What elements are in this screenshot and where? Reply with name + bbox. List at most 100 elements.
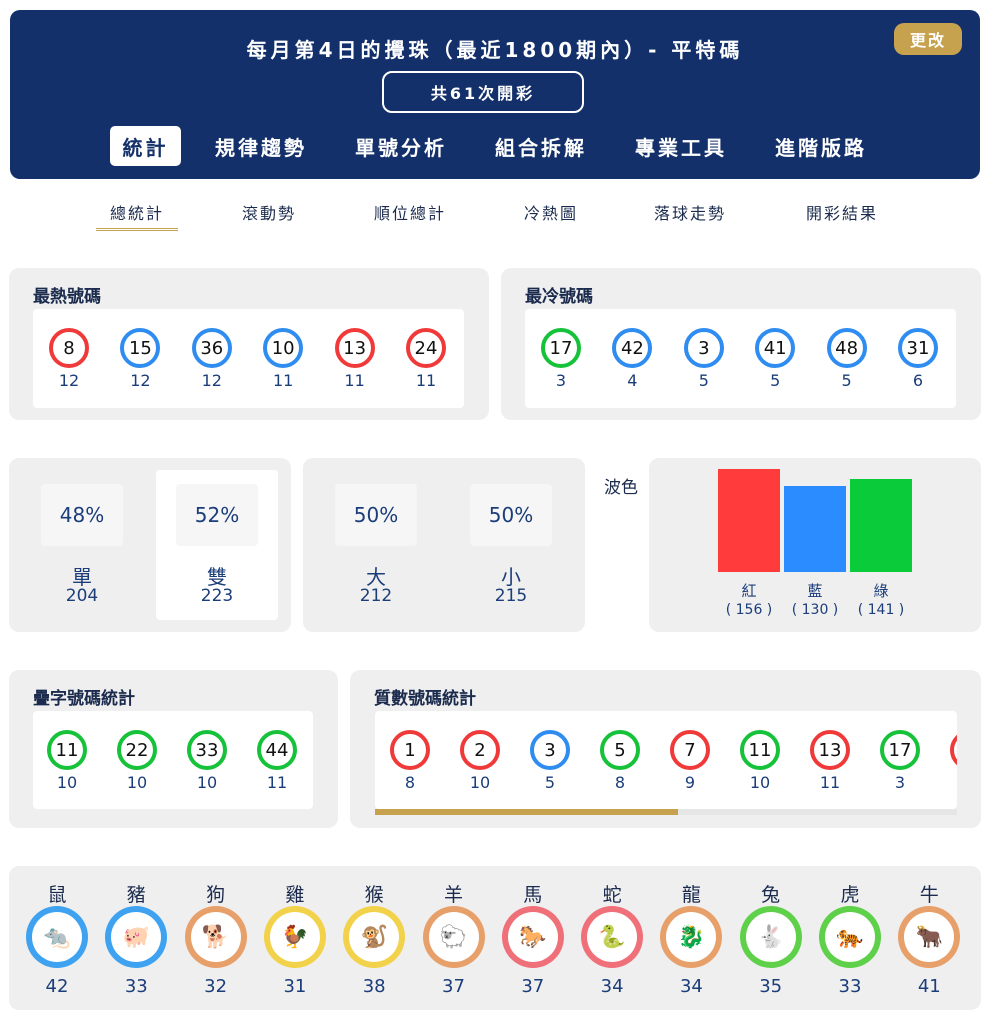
snake-icon-glyph: 🐍 bbox=[587, 912, 638, 962]
dragon-icon: 🐉 bbox=[660, 906, 723, 968]
subtab-overall[interactable]: 總統計 bbox=[96, 200, 178, 224]
hot-ball-item[interactable]: 8 12 bbox=[39, 328, 99, 390]
repeat-ball-item[interactable]: 44 11 bbox=[247, 730, 307, 792]
tab-trend[interactable]: 規律趨勢 bbox=[206, 126, 316, 166]
number-ball: 42 bbox=[612, 328, 653, 368]
zodiac-item[interactable]: 狗 🐕 32 bbox=[181, 880, 251, 997]
subtab-rolling[interactable]: 滾動勢 bbox=[228, 200, 310, 224]
subtab-heatmap[interactable]: 冷熱圖 bbox=[510, 200, 592, 224]
cold-numbers-panel: 最冷號碼 17 3 42 4 3 5 41 5 48 5 31 6 bbox=[501, 268, 981, 420]
ball-count: 5 bbox=[841, 371, 852, 390]
wave-bar-count: ( 141 ) bbox=[857, 602, 905, 618]
zodiac-item[interactable]: 鼠 🐀 42 bbox=[22, 880, 92, 997]
number-ball: 48 bbox=[826, 328, 867, 368]
prime-ball-item[interactable]: 2 10 bbox=[450, 730, 510, 792]
prime-ball-item[interactable]: 17 3 bbox=[870, 730, 930, 792]
zodiac-count: 42 bbox=[45, 976, 69, 997]
big-percent: 50% bbox=[335, 484, 417, 546]
number-ball: 3 bbox=[530, 730, 570, 770]
subtab-ball-trend[interactable]: 落球走勢 bbox=[640, 200, 740, 224]
odd-percent: 48% bbox=[41, 484, 123, 546]
change-button[interactable]: 更改 bbox=[894, 23, 962, 55]
zodiac-item[interactable]: 馬 🐎 37 bbox=[498, 880, 568, 997]
number-ball: 17 bbox=[541, 328, 581, 368]
number-ball: 13 bbox=[334, 328, 375, 368]
zodiac-count: 34 bbox=[679, 976, 703, 997]
prime-scrollbar[interactable] bbox=[375, 809, 957, 815]
tab-statistics[interactable]: 統計 bbox=[110, 126, 181, 166]
goat-icon: 🐑 bbox=[422, 906, 485, 968]
zodiac-item[interactable]: 蛇 🐍 34 bbox=[577, 880, 647, 997]
wave-bar-count: ( 130 ) bbox=[791, 602, 839, 618]
cold-ball-item[interactable]: 41 5 bbox=[745, 328, 805, 390]
rooster-icon-glyph: 🐓 bbox=[269, 912, 320, 962]
odd-even-panel: 48% 單 204 52% 雙 223 bbox=[9, 458, 291, 632]
zodiac-count: 34 bbox=[600, 976, 624, 997]
dog-icon: 🐕 bbox=[184, 906, 247, 968]
hot-ball-item[interactable]: 24 11 bbox=[396, 328, 456, 390]
prime-ball-item[interactable]: 13 11 bbox=[800, 730, 860, 792]
zodiac-item[interactable]: 豬 🐖 33 bbox=[101, 880, 171, 997]
zodiac-item[interactable]: 雞 🐓 31 bbox=[260, 880, 330, 997]
hot-ball-item[interactable]: 15 12 bbox=[110, 328, 170, 390]
pig-icon-glyph: 🐖 bbox=[111, 912, 162, 962]
prime-ball-item[interactable]: 58 bbox=[590, 730, 650, 792]
zodiac-name: 猴 bbox=[364, 884, 384, 906]
tab-advanced[interactable]: 進階版路 bbox=[766, 126, 876, 166]
ball-count: 5 bbox=[544, 773, 556, 792]
repeat-digit-panel: 疊字號碼統計 11 10 22 10 33 10 44 11 bbox=[9, 670, 338, 828]
zodiac-name: 鼠 bbox=[47, 884, 67, 906]
zodiac-panel: 鼠 🐀 42 豬 🐖 33 狗 🐕 32 雞 🐓 31 猴 🐒 38 羊 🐑 37 馬 🐎 37 蛇 🐍 34 龍 🐉 34 兔 🐇 35… bbox=[9, 866, 981, 1010]
wave-bar-count: ( 156 ) bbox=[725, 602, 773, 618]
ball-count: 12 bbox=[58, 371, 80, 390]
zodiac-item[interactable]: 虎 🐅 33 bbox=[815, 880, 885, 997]
zodiac-count: 32 bbox=[204, 976, 228, 997]
ox-icon-glyph: 🐂 bbox=[904, 912, 955, 962]
repeat-ball-item[interactable]: 11 10 bbox=[37, 730, 97, 792]
number-ball: 17 bbox=[880, 730, 920, 770]
hot-ball-item[interactable]: 10 11 bbox=[253, 328, 313, 390]
hot-numbers-panel: 最熱號碼 8 12 15 12 36 12 10 11 13 11 24 11 bbox=[9, 268, 489, 420]
prime-scrollbar-thumb[interactable] bbox=[375, 809, 678, 815]
zodiac-item[interactable]: 牛 🐂 41 bbox=[894, 880, 964, 997]
tab-combination[interactable]: 組合拆解 bbox=[486, 126, 596, 166]
odd-count: 204 bbox=[65, 586, 99, 606]
hot-ball-item[interactable]: 36 12 bbox=[182, 328, 242, 390]
zodiac-item[interactable]: 羊 🐑 37 bbox=[419, 880, 489, 997]
hot-ball-item[interactable]: 13 11 bbox=[325, 328, 385, 390]
ball-count: 11 bbox=[266, 773, 288, 792]
repeat-ball-item[interactable]: 22 10 bbox=[107, 730, 167, 792]
cold-ball-item[interactable]: 35 bbox=[674, 328, 734, 390]
ball-count: 8 bbox=[614, 773, 626, 792]
cold-ball-item[interactable]: 48 5 bbox=[817, 328, 877, 390]
cold-ball-item[interactable]: 17 3 bbox=[531, 328, 591, 390]
zodiac-item[interactable]: 猴 🐒 38 bbox=[339, 880, 409, 997]
wave-color-title: 波色 bbox=[604, 478, 638, 498]
ball-count: 6 bbox=[912, 371, 924, 390]
repeat-ball-item[interactable]: 33 10 bbox=[177, 730, 237, 792]
small-percent: 50% bbox=[470, 484, 552, 546]
zodiac-count: 38 bbox=[362, 976, 386, 997]
cold-ball-item[interactable]: 31 6 bbox=[888, 328, 948, 390]
tab-single-number[interactable]: 單號分析 bbox=[346, 126, 456, 166]
prime-ball-item[interactable]: 11 10 bbox=[730, 730, 790, 792]
ball-count: 11 bbox=[344, 371, 365, 390]
tab-tools[interactable]: 專業工具 bbox=[626, 126, 736, 166]
subtab-position[interactable]: 順位總計 bbox=[360, 200, 460, 224]
prime-ball-item[interactable]: 79 bbox=[660, 730, 720, 792]
number-ball: 31 bbox=[898, 328, 938, 368]
cold-ball-item[interactable]: 42 4 bbox=[602, 328, 662, 390]
zodiac-item[interactable]: 兔 🐇 35 bbox=[736, 880, 806, 997]
number-ball: 10 bbox=[263, 328, 304, 368]
number-ball: 11 bbox=[740, 730, 780, 770]
prime-ball-item[interactable]: 18 bbox=[380, 730, 440, 792]
ball-count: 3 bbox=[894, 773, 906, 792]
rat-icon-glyph: 🐀 bbox=[32, 912, 82, 962]
prime-ball-item[interactable]: 35 bbox=[520, 730, 580, 792]
zodiac-item[interactable]: 龍 🐉 34 bbox=[656, 880, 726, 997]
zodiac-name: 兔 bbox=[761, 884, 781, 906]
number-ball: 44 bbox=[257, 730, 297, 770]
subtab-results[interactable]: 開彩結果 bbox=[792, 200, 892, 224]
zodiac-count: 37 bbox=[521, 976, 545, 997]
zodiac-name: 雞 bbox=[285, 884, 305, 906]
